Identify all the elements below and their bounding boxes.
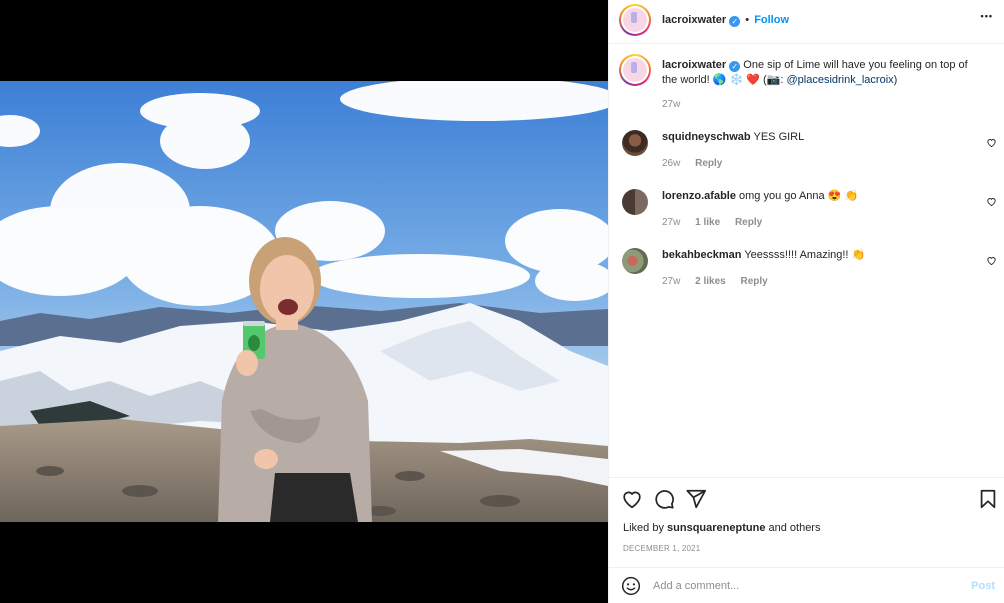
caption-age[interactable]: 27w [662,99,680,110]
comment-reply-button[interactable]: Reply [735,217,762,228]
comment-like-heart-icon[interactable] [986,137,997,148]
comment-avatar[interactable] [622,130,648,156]
caption-mention-link[interactable]: @placesidrink_lacroix [786,74,893,86]
comment-meta: 27w 2 likes Reply [662,276,780,287]
share-paper-plane-icon[interactable] [685,488,707,510]
caption-avatar[interactable] [619,54,651,86]
emoji-icon[interactable] [621,576,641,596]
liked-by-user-link[interactable]: sunsquareneptune [667,522,765,534]
comment-age[interactable]: 26w [662,158,680,169]
verified-badge-icon: ✓ [729,61,741,72]
comment-likes-count[interactable]: 2 likes [695,276,726,287]
caption-username[interactable]: lacroixwater [662,59,726,71]
comment-username[interactable]: squidneyschwab [662,131,751,143]
comment-avatar[interactable] [622,189,648,215]
comment-username[interactable]: bekahbeckman [662,249,741,261]
post-date[interactable]: DECEMBER 1, 2021 [623,544,700,553]
comment-meta: 26w Reply [662,158,734,169]
comment-text: lorenzo.afable omg you go Anna 😍 👏 [662,189,975,204]
caption-body-end: ) [893,74,898,86]
author-username[interactable]: lacroixwater [662,14,726,26]
like-heart-icon[interactable] [621,488,643,510]
caption-text: lacroixwater ✓ One sip of Lime will have … [662,58,975,88]
post-actions: Liked by sunsquareneptune and others DEC… [609,477,1004,567]
add-comment-bar: Post [609,567,1004,603]
comment-body: Yeessss!!!! Amazing!! 👏 [744,249,866,261]
add-comment-input[interactable] [653,578,943,594]
comment-age[interactable]: 27w [662,276,680,287]
comment-reply-button[interactable]: Reply [741,276,768,287]
post-comment-button[interactable]: Post [971,580,995,592]
comment-bubble-icon[interactable] [653,488,675,510]
comment-text: bekahbeckman Yeessss!!!! Amazing!! 👏 [662,248,975,263]
comments-list: lacroixwater ✓ One sip of Lime will have … [609,45,1004,477]
more-options-icon[interactable]: ••• [981,11,993,21]
post-photo[interactable] [0,81,608,522]
follow-separator: • [745,14,750,26]
post-header: lacroixwater ✓ • Follow ••• [609,0,1004,44]
liked-by-text: Liked by sunsquareneptune and others [623,522,820,534]
bookmark-icon[interactable] [977,488,999,510]
comment-likes-count[interactable]: 1 like [695,217,720,228]
comment-body: YES GIRL [753,131,805,143]
author-avatar[interactable] [619,4,651,36]
comment-like-heart-icon[interactable] [986,196,997,207]
follow-button[interactable]: Follow [754,14,789,26]
comment-meta: 27w 1 like Reply [662,217,774,228]
comment-text: squidneyschwab YES GIRL [662,130,975,145]
comment-username[interactable]: lorenzo.afable [662,190,736,202]
comment-body: omg you go Anna 😍 👏 [739,190,859,202]
comment-avatar[interactable] [622,248,648,274]
post-sidebar: lacroixwater ✓ • Follow ••• lacroixwater ✓… [608,0,1004,603]
verified-badge-icon: ✓ [729,16,741,27]
comment-like-heart-icon[interactable] [986,255,997,266]
comment-age[interactable]: 27w [662,217,680,228]
post-media [0,0,608,603]
liked-by-suffix[interactable]: and others [765,522,820,534]
comment-reply-button[interactable]: Reply [695,158,722,169]
caption-meta: 27w [662,99,692,110]
liked-by-prefix: Liked by [623,522,668,534]
